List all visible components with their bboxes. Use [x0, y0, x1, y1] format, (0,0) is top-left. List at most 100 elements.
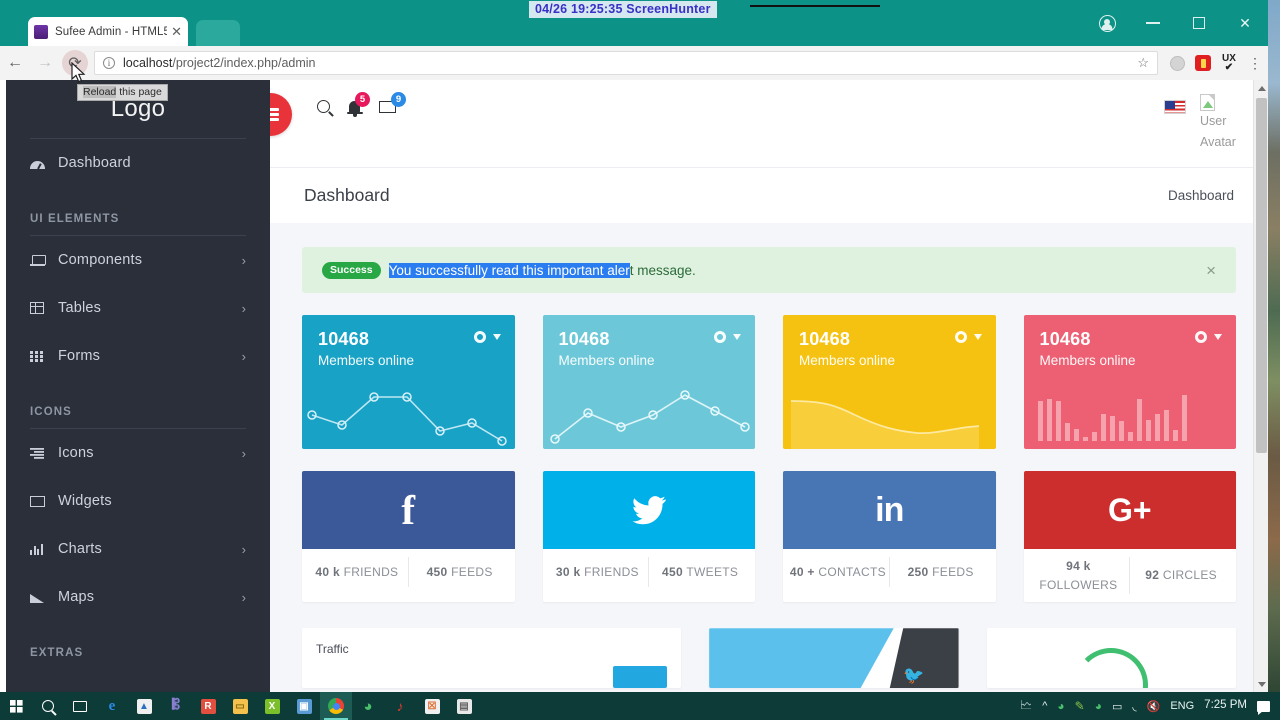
sidebar-item-icons[interactable]: Icons › — [6, 429, 270, 477]
reload-tooltip: Reload this page — [77, 84, 168, 101]
tray-volume-icon[interactable]: 🔇 — [1147, 700, 1161, 713]
browser-menu-button[interactable]: ⋮ — [1242, 50, 1268, 76]
tray-app-icon-3[interactable]: ◕ — [1095, 699, 1102, 713]
social-card-facebook[interactable]: f 40 k FRIENDS 450 FEEDS — [302, 471, 515, 603]
task-view-icon — [73, 700, 87, 712]
card-settings-dropdown[interactable] — [1195, 331, 1222, 343]
app-icon-5[interactable]: ☒ — [416, 692, 448, 720]
sidebar-item-label: Dashboard — [58, 155, 131, 171]
tab-close-icon[interactable]: ✕ — [171, 25, 182, 38]
twitter-banner-graphic: 🐦 — [709, 628, 959, 689]
chevron-right-icon: › — [241, 541, 246, 557]
url-text: localhost/project2/index.php/admin — [123, 56, 316, 70]
tray-language[interactable]: ENG — [1170, 700, 1194, 712]
lines-icon — [30, 447, 58, 459]
menu-toggle-button[interactable] — [270, 93, 292, 136]
edge-icon[interactable]: e — [96, 692, 128, 720]
traffic-card[interactable]: Traffic — [302, 628, 682, 689]
window-controls: ✕ — [1084, 0, 1268, 46]
address-bar[interactable]: i localhost/project2/index.php/admin ☆ — [94, 51, 1158, 75]
sidebar-item-label: Charts — [58, 541, 102, 557]
triangle-up-icon — [1257, 85, 1266, 91]
tray-app-icon-2[interactable]: ✎ — [1075, 699, 1085, 713]
sidebar-item-widgets[interactable]: Widgets — [6, 477, 270, 525]
app-icon-3[interactable]: ◕ — [352, 692, 384, 720]
green-gauge-card[interactable] — [986, 628, 1237, 689]
user-avatar[interactable]: User Avatar — [1200, 94, 1246, 153]
sidebar-item-components[interactable]: Components › — [6, 236, 270, 284]
extension-red-icon[interactable] — [1190, 50, 1216, 76]
googleplus-banner: G+ — [1023, 471, 1236, 549]
scroll-up-button[interactable] — [1254, 80, 1268, 96]
app-header: 5 9 User Avatar — [270, 80, 1268, 167]
card-settings-dropdown[interactable] — [473, 331, 501, 343]
tray-clock[interactable]: 7:25 PM — [1204, 699, 1247, 712]
dashboard-icon — [30, 158, 58, 169]
us-flag-icon[interactable] — [1164, 100, 1186, 114]
social-card-linkedin[interactable]: in 40 + CONTACTS 250 FEEDS — [783, 471, 996, 603]
url-path: /project2/index.php/admin — [172, 56, 316, 70]
notifications-button[interactable]: 5 — [346, 91, 370, 117]
excel-icon[interactable]: X — [256, 692, 288, 720]
card-settings-dropdown[interactable] — [954, 331, 982, 343]
start-button[interactable] — [0, 692, 32, 720]
maximize-button[interactable] — [1176, 7, 1222, 39]
task-view-button[interactable] — [64, 692, 96, 720]
page-scrollbar[interactable] — [1253, 80, 1268, 692]
sidebar-item-maps[interactable]: Maps › — [6, 573, 270, 621]
notes-icon[interactable]: ▤ — [448, 692, 480, 720]
sidebar-item-tables[interactable]: Tables › — [6, 284, 270, 332]
app-icon-2[interactable]: R — [192, 692, 224, 720]
browser-profile-button[interactable] — [1084, 7, 1130, 39]
sidebar-item-label: Tables — [58, 300, 102, 316]
messages-button[interactable]: 9 — [379, 91, 406, 113]
chrome-icon[interactable] — [320, 692, 352, 720]
dashboard-body: Success You successfully read this impor… — [270, 223, 1268, 689]
twitter-banner-card[interactable]: 🐦 — [709, 628, 959, 689]
remote-desktop-icon[interactable]: ▣ — [288, 692, 320, 720]
site-info-icon[interactable]: i — [103, 57, 115, 69]
extension-ux-icon[interactable]: UX ✔ — [1216, 50, 1242, 76]
grid-icon — [30, 350, 58, 362]
action-center-icon[interactable] — [1257, 700, 1270, 715]
minimize-button[interactable] — [1130, 7, 1176, 39]
social-card-twitter[interactable]: 30 k FRIENDS 450 TWEETS — [542, 471, 755, 603]
back-button[interactable]: ← — [0, 48, 30, 78]
forward-button[interactable]: → — [30, 48, 60, 78]
sidebar-item-charts[interactable]: Charts › — [6, 525, 270, 573]
tray-expand-icon[interactable]: ^ — [1042, 700, 1047, 712]
store-icon[interactable]: ▲ — [128, 692, 160, 720]
bookmark-star-icon[interactable]: ☆ — [1137, 55, 1149, 71]
tray-battery-icon[interactable]: ▭ — [1112, 700, 1122, 713]
app-icon-4[interactable]: ♪ — [384, 692, 416, 720]
taskbar-search-button[interactable] — [32, 692, 64, 720]
scrollbar-thumb[interactable] — [1256, 98, 1267, 453]
file-explorer-icon[interactable]: ▭ — [224, 692, 256, 720]
sidebar-item-dashboard[interactable]: Dashboard — [6, 139, 270, 187]
app-icon-1[interactable]: 𝄡 — [160, 692, 192, 720]
main-content: 5 9 User Avatar Dashboard Dashboard Succ… — [270, 80, 1268, 692]
chevron-right-icon: › — [241, 589, 246, 605]
user-profile-icon — [1098, 14, 1116, 32]
traffic-card-button[interactable] — [613, 666, 668, 689]
search-button[interactable] — [317, 100, 330, 113]
tray-app-icon-1[interactable]: ◕ — [1057, 699, 1064, 713]
social-card-googleplus[interactable]: G+ 94 k FOLLOWERS 92 CIRCLES — [1023, 471, 1236, 603]
close-icon[interactable]: × — [1206, 262, 1216, 279]
new-tab-button[interactable] — [196, 20, 240, 46]
browser-tab[interactable]: Sufee Admin - HTML5 A ✕ — [28, 17, 188, 46]
card-settings-dropdown[interactable] — [714, 331, 741, 343]
tray-wifi-icon[interactable]: ◟ — [1132, 700, 1136, 713]
search-icon — [42, 700, 54, 712]
social-stat-1: 40 k FRIENDS — [315, 564, 399, 579]
alert-rest-text: t message. — [629, 262, 696, 278]
breadcrumb[interactable]: Dashboard — [1168, 188, 1234, 203]
hamburger-icon — [270, 113, 279, 116]
scroll-down-button[interactable] — [1254, 676, 1268, 692]
excel-glyph: X — [264, 698, 280, 714]
sidebar-item-forms[interactable]: Forms › — [6, 332, 270, 380]
close-button[interactable]: ✕ — [1222, 7, 1268, 39]
sidebar: Logo Dashboard UI ELEMENTS Components › … — [6, 80, 270, 692]
tray-people-icon[interactable]: 🗠 — [1020, 696, 1032, 717]
extension-globe-icon[interactable] — [1164, 50, 1190, 76]
